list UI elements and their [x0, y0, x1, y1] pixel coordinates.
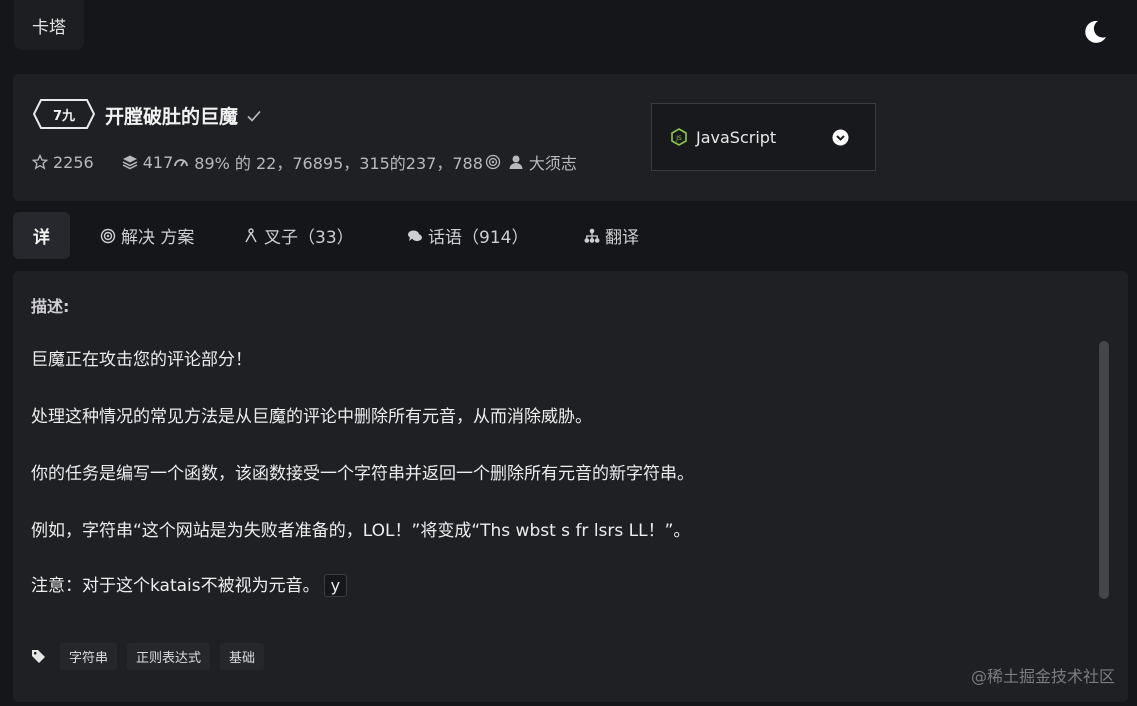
tab-discourse[interactable]: 话语（914）: [407, 212, 528, 259]
target-icon: [485, 154, 501, 170]
description-panel: 描述: 巨魔正在攻击您的评论部分！ 处理这种情况的常见方法是从巨魔的评论中删除所…: [13, 271, 1128, 702]
tab-translations[interactable]: 翻译: [584, 212, 639, 259]
stars-stat[interactable]: 2256: [32, 153, 94, 172]
rank-badge: 7九: [52, 108, 76, 124]
tag-list: 字符串 正则表达式 基础: [31, 641, 265, 671]
layers-icon: [122, 155, 138, 170]
tab-solutions-label: 解决 方案: [121, 228, 195, 248]
tab-solutions[interactable]: 解决 方案: [100, 212, 194, 259]
tab-details[interactable]: 详: [13, 212, 70, 259]
tab-discourse-label: 话语（914）: [428, 228, 529, 248]
completed-stat: 95，315的237，788: [323, 150, 506, 174]
description-note: 注意：对于这个katais不被视为元音。 y: [31, 571, 348, 597]
completed-count: 95，315的237，788: [322, 154, 483, 173]
tag-icon: [32, 649, 45, 663]
tab-details-label: 详: [33, 228, 50, 248]
brand-link[interactable]: 卡塔: [14, 0, 84, 50]
top-bar: 卡塔: [0, 0, 1137, 72]
description-paragraph: 你的任务是编写一个函数，该函数接受一个字符串并返回一个删除所有元音的新字符串。: [31, 464, 694, 484]
description-paragraph: 处理这种情况的常见方法是从巨魔的评论中删除所有元音，从而消除威胁。: [31, 407, 592, 427]
check-icon: [247, 110, 261, 122]
tag-strings[interactable]: 字符串: [60, 642, 118, 670]
satisfaction-stat: 89% 的 22，768: [173, 150, 323, 174]
collections-count: 417: [142, 152, 174, 172]
scrollbar-thumb[interactable]: [1099, 341, 1109, 599]
svg-text:JS: JS: [675, 135, 682, 142]
tag-fundamentals[interactable]: 基础: [220, 642, 265, 670]
nodejs-icon: JS: [671, 128, 687, 146]
description-paragraph: 例如，字符串“这个网站是为失败者准备的，LOL！”将变成“Ths wbst s …: [31, 521, 691, 541]
kata-stats: 2256 417 89% 的 22，768 95，315的237，788 大须志: [32, 150, 577, 174]
comments-icon: [408, 230, 422, 241]
chevron-down-icon: [832, 129, 849, 146]
moon-icon[interactable]: [1081, 18, 1109, 46]
watermark: @稀土掘金技术社区: [970, 667, 1115, 686]
language-select[interactable]: JS JavaScript: [651, 103, 876, 171]
tab-forks[interactable]: 叉子（33）: [243, 212, 354, 259]
tag-regex[interactable]: 正则表达式: [127, 642, 211, 670]
language-selected: JavaScript: [696, 127, 777, 147]
kata-header: 7九 开膛破肚的巨魔 2256 417 89% 的 22，768 95，315的…: [13, 74, 1137, 201]
collections-stat: 417: [122, 152, 174, 172]
author-name: 大须志: [528, 154, 577, 173]
stars-count: 2256: [53, 152, 94, 172]
description-paragraph: 巨魔正在攻击您的评论部分！: [31, 350, 252, 370]
satisfaction-rating: 89% 的 22，768: [194, 154, 323, 173]
kata-title: 开膛破肚的巨魔: [105, 102, 262, 129]
user-icon: [509, 155, 523, 169]
tab-forks-label: 叉子（33）: [264, 228, 354, 248]
sitemap-icon: [584, 228, 600, 243]
author-stat[interactable]: 大须志: [508, 150, 577, 174]
gauge-icon: [174, 159, 189, 167]
target-icon: [100, 228, 116, 243]
description-heading: 描述:: [31, 297, 70, 316]
tab-translations-label: 翻译: [605, 228, 639, 248]
inline-code: y: [323, 574, 348, 597]
fork-icon: [245, 227, 257, 242]
star-icon: [32, 154, 48, 170]
note-text: 注意：对于这个katais不被视为元音。: [31, 576, 320, 596]
kata-tabs: 详 解决 方案 叉子（33） 话语（914） 翻译: [13, 212, 713, 260]
brand-label: 卡塔: [32, 17, 66, 38]
kata-title-text: 开膛破肚的巨魔: [105, 106, 239, 128]
